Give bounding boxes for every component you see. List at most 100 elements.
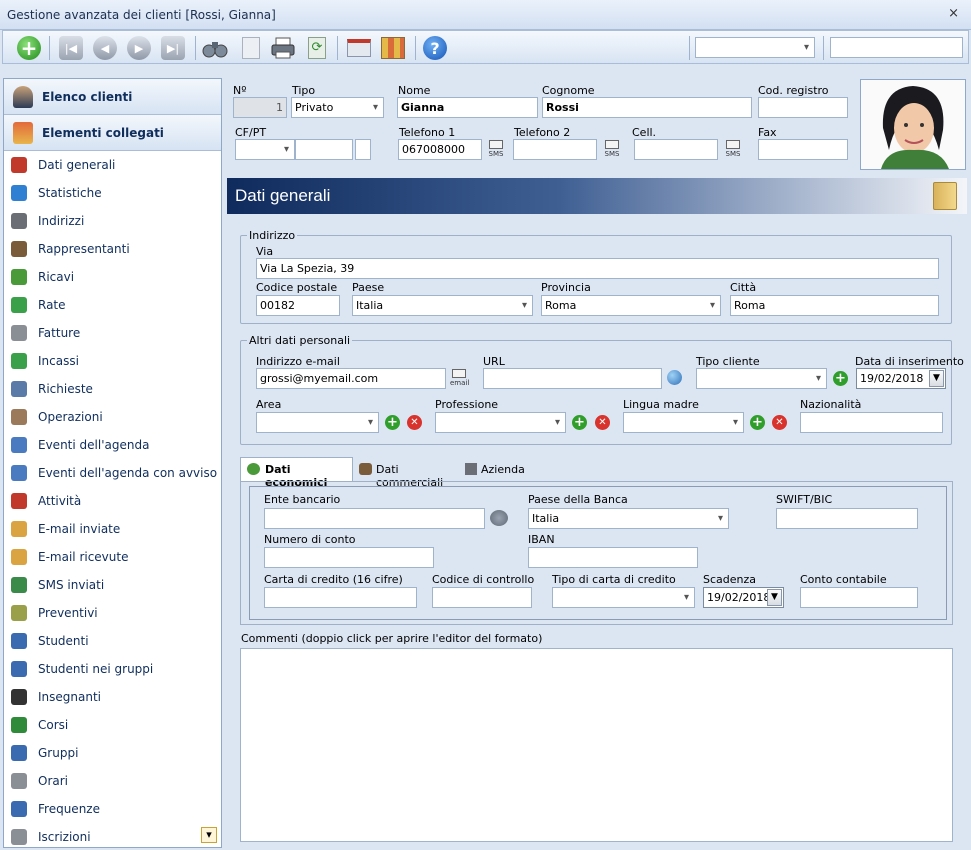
sms-telefono1-icon[interactable]: SMS: [487, 140, 505, 160]
fax-field[interactable]: [758, 139, 848, 160]
sidebar-item-corsi[interactable]: Corsi: [4, 711, 221, 739]
add-professione-icon[interactable]: +: [572, 415, 587, 430]
sidebar-scroll-down-icon[interactable]: ▾: [201, 827, 217, 843]
cell-field[interactable]: [634, 139, 718, 160]
refresh-button[interactable]: ⟳: [303, 34, 331, 62]
calendar-button[interactable]: [379, 34, 407, 62]
sidebar-item-incassi[interactable]: Incassi: [4, 347, 221, 375]
email-sent-icon: [8, 519, 30, 539]
codice-controllo-field[interactable]: [432, 587, 532, 608]
document-button[interactable]: [237, 34, 265, 62]
conto-contabile-field[interactable]: [800, 587, 918, 608]
url-field[interactable]: [483, 368, 662, 389]
data-inserimento-picker[interactable]: 19/02/2018 ▼: [856, 368, 946, 389]
toolbar-search-input[interactable]: [830, 37, 963, 58]
lingua-madre-select[interactable]: [623, 412, 744, 433]
number-field: 1: [233, 97, 287, 118]
scadenza-picker[interactable]: 19/02/2018 ▼: [703, 587, 784, 608]
sidebar-item-frequenze[interactable]: Frequenze: [4, 795, 221, 823]
citta-field[interactable]: Roma: [730, 295, 939, 316]
carta-credito-field[interactable]: [264, 587, 417, 608]
sidebar-item-operazioni[interactable]: Operazioni: [4, 403, 221, 431]
sidebar-item-gruppi[interactable]: Gruppi: [4, 739, 221, 767]
telefono1-field[interactable]: 067008000: [398, 139, 482, 160]
tipo-select[interactable]: Privato: [291, 97, 384, 118]
nazionalita-field[interactable]: [800, 412, 943, 433]
sidebar-item-label: SMS inviati: [38, 578, 105, 592]
nome-field[interactable]: Gianna: [397, 97, 538, 118]
sidebar-item-studenti-nei-gruppi[interactable]: Studenti nei gruppi: [4, 655, 221, 683]
add-area-icon[interactable]: +: [385, 415, 400, 430]
paese-banca-select[interactable]: Italia: [528, 508, 729, 529]
sidebar-item-rappresentanti[interactable]: Rappresentanti: [4, 235, 221, 263]
add-button[interactable]: +: [15, 34, 43, 62]
sidebar-item-insegnanti[interactable]: Insegnanti: [4, 683, 221, 711]
toolbar-select[interactable]: [695, 37, 815, 58]
calendar-icon: [381, 37, 405, 59]
sidebar-item-eventi-dell-agenda-con-avviso[interactable]: Eventi dell'agenda con avviso: [4, 459, 221, 487]
sidebar-item-iscrizioni[interactable]: Iscrizioni: [4, 823, 221, 847]
remove-area-icon[interactable]: ✕: [407, 415, 422, 430]
tipo-cliente-select[interactable]: [696, 368, 827, 389]
cfpt-field[interactable]: [295, 139, 353, 160]
sms-cell-icon[interactable]: SMS: [724, 140, 742, 160]
cognome-field[interactable]: Rossi: [542, 97, 752, 118]
cfpt-select[interactable]: [235, 139, 295, 160]
sms-telefono2-icon[interactable]: SMS: [603, 140, 621, 160]
help-button[interactable]: ?: [421, 34, 449, 62]
first-record-button[interactable]: |◀: [57, 34, 85, 62]
navigation-pane: Elenco clienti Elementi collegati Dati gen…: [3, 78, 222, 848]
sidebar-header-elenco-clienti[interactable]: Elenco clienti: [4, 79, 221, 115]
print-button[interactable]: [269, 34, 297, 62]
customer-photo[interactable]: [860, 79, 966, 170]
ente-bancario-field[interactable]: [264, 508, 485, 529]
area-select[interactable]: [256, 412, 379, 433]
cap-field[interactable]: 00182: [256, 295, 340, 316]
globe-icon[interactable]: [667, 370, 682, 385]
sidebar-item-preventivi[interactable]: Preventivi: [4, 599, 221, 627]
sidebar-item-e-mail-ricevute[interactable]: E-mail ricevute: [4, 543, 221, 571]
paese-select[interactable]: Italia: [352, 295, 533, 316]
sidebar-item-rate[interactable]: Rate: [4, 291, 221, 319]
add-tipo-cliente-icon[interactable]: +: [833, 371, 848, 386]
sidebar-item-sms-inviati[interactable]: SMS inviati: [4, 571, 221, 599]
close-icon[interactable]: ×: [948, 6, 959, 21]
sidebar-item-e-mail-inviate[interactable]: E-mail inviate: [4, 515, 221, 543]
tab-azienda[interactable]: Azienda: [463, 460, 533, 480]
sidebar-item-dati-generali[interactable]: Dati generali: [4, 151, 221, 179]
sidebar-item-orari[interactable]: Orari: [4, 767, 221, 795]
find-button[interactable]: [201, 34, 229, 62]
bank-search-icon[interactable]: [490, 510, 508, 526]
sidebar-item-fatture[interactable]: Fatture: [4, 319, 221, 347]
sidebar-item-indirizzi[interactable]: Indirizzi: [4, 207, 221, 235]
remove-professione-icon[interactable]: ✕: [595, 415, 610, 430]
numero-conto-field[interactable]: [264, 547, 434, 568]
commenti-textarea[interactable]: [240, 648, 953, 842]
sidebar-item-eventi-dell-agenda[interactable]: Eventi dell'agenda: [4, 431, 221, 459]
cod-registro-field[interactable]: [758, 97, 848, 118]
sidebar-header-elementi-collegati[interactable]: Elementi collegati: [4, 115, 221, 151]
remove-lingua-icon[interactable]: ✕: [772, 415, 787, 430]
sidebar-item-ricavi[interactable]: Ricavi: [4, 263, 221, 291]
sidebar-item-studenti[interactable]: Studenti: [4, 627, 221, 655]
email-field[interactable]: grossi@myemail.com: [256, 368, 446, 389]
add-lingua-icon[interactable]: +: [750, 415, 765, 430]
via-field[interactable]: Via La Spezia, 39: [256, 258, 939, 279]
export-button[interactable]: [345, 34, 373, 62]
send-email-icon[interactable]: email: [450, 369, 469, 389]
tab-dati-economici[interactable]: Dati economici: [240, 457, 353, 489]
sidebar-item-richieste[interactable]: Richieste: [4, 375, 221, 403]
sidebar-item-attivit[interactable]: Attività: [4, 487, 221, 515]
tipo-carta-select[interactable]: [552, 587, 695, 608]
professione-select[interactable]: [435, 412, 566, 433]
swift-field[interactable]: [776, 508, 918, 529]
cfpt-check-field[interactable]: [355, 139, 371, 160]
telefono2-field[interactable]: [513, 139, 597, 160]
provincia-select[interactable]: Roma: [541, 295, 721, 316]
previous-record-button[interactable]: ◀: [91, 34, 119, 62]
iban-field[interactable]: [528, 547, 698, 568]
next-record-button[interactable]: ▶: [125, 34, 153, 62]
tab-dati-commerciali[interactable]: Dati commerciali: [357, 460, 459, 489]
last-record-button[interactable]: ▶|: [159, 34, 187, 62]
sidebar-item-statistiche[interactable]: Statistiche: [4, 179, 221, 207]
